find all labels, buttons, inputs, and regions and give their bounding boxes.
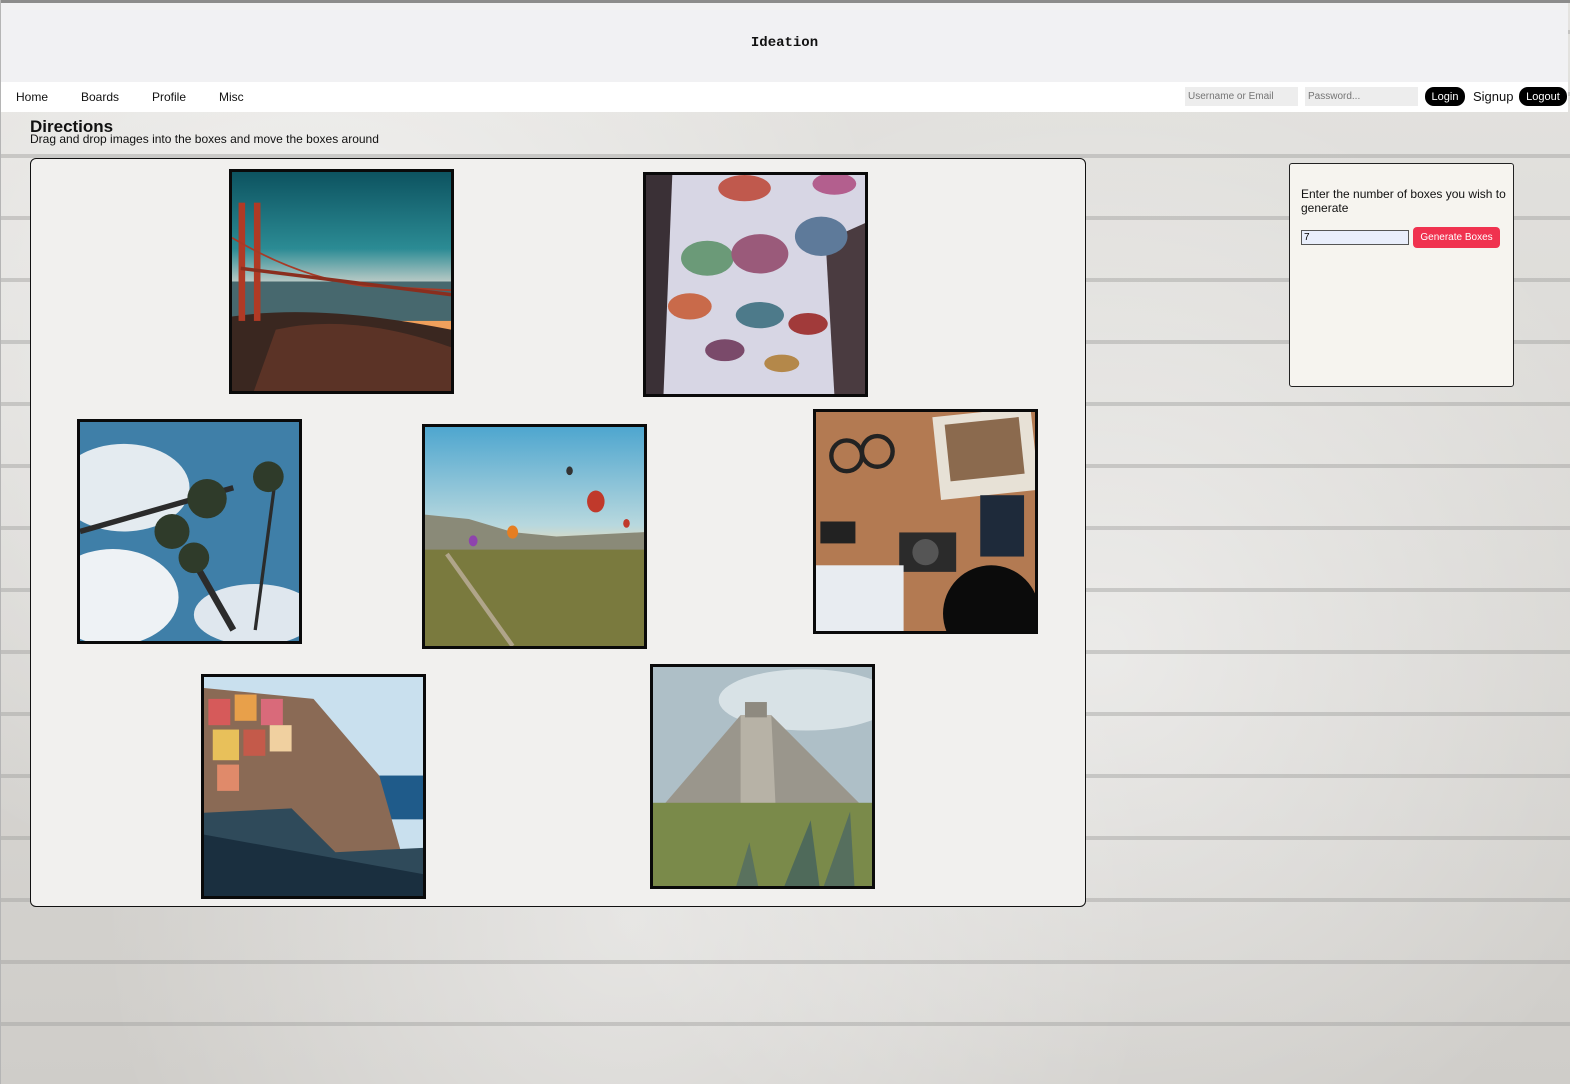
site-header: Ideation: [1, 3, 1568, 82]
image-box-balloons[interactable]: [422, 424, 647, 649]
travel-flatlay-camera-photo: [816, 412, 1035, 631]
generator-prompt: Enter the number of boxes you wish to ge…: [1301, 187, 1506, 215]
image-box-travel-flatlay[interactable]: [813, 409, 1038, 634]
nav-bar: Home Boards Profile Misc Login Signup Lo…: [1, 82, 1568, 112]
cinque-terre-cliff-village-photo: [204, 677, 423, 896]
logout-button[interactable]: Logout: [1519, 87, 1567, 106]
image-box-chichen-itza[interactable]: [650, 664, 875, 889]
password-input[interactable]: [1305, 87, 1418, 106]
directions-text: Drag and drop images into the boxes and …: [30, 132, 379, 146]
nav-boards-link[interactable]: Boards: [81, 90, 119, 104]
nav-home-link[interactable]: Home: [16, 90, 48, 104]
signup-link[interactable]: Signup: [1473, 89, 1513, 104]
window-left-edge: [0, 0, 1, 1084]
hot-air-balloons-photo: [425, 427, 644, 646]
generate-boxes-button[interactable]: Generate Boxes: [1413, 227, 1500, 248]
nav-profile-link[interactable]: Profile: [152, 90, 186, 104]
username-input[interactable]: [1185, 87, 1298, 106]
chichen-itza-pyramid-photo: [653, 667, 872, 886]
image-box-umbrellas[interactable]: [643, 172, 868, 397]
app-title: Ideation: [750, 34, 819, 51]
image-box-golden-gate[interactable]: [229, 169, 454, 394]
nav-misc-link[interactable]: Misc: [219, 90, 244, 104]
hanging-umbrellas-photo: [646, 175, 865, 394]
golden-gate-bridge-photo: [232, 172, 451, 391]
image-box-palm-trees[interactable]: [77, 419, 302, 644]
palm-trees-photo: [80, 422, 299, 641]
image-board: [30, 158, 1086, 907]
image-box-cinque-terre[interactable]: [201, 674, 426, 899]
login-button[interactable]: Login: [1425, 87, 1465, 106]
box-generator-panel: Enter the number of boxes you wish to ge…: [1289, 163, 1514, 387]
box-count-input[interactable]: [1301, 230, 1409, 245]
